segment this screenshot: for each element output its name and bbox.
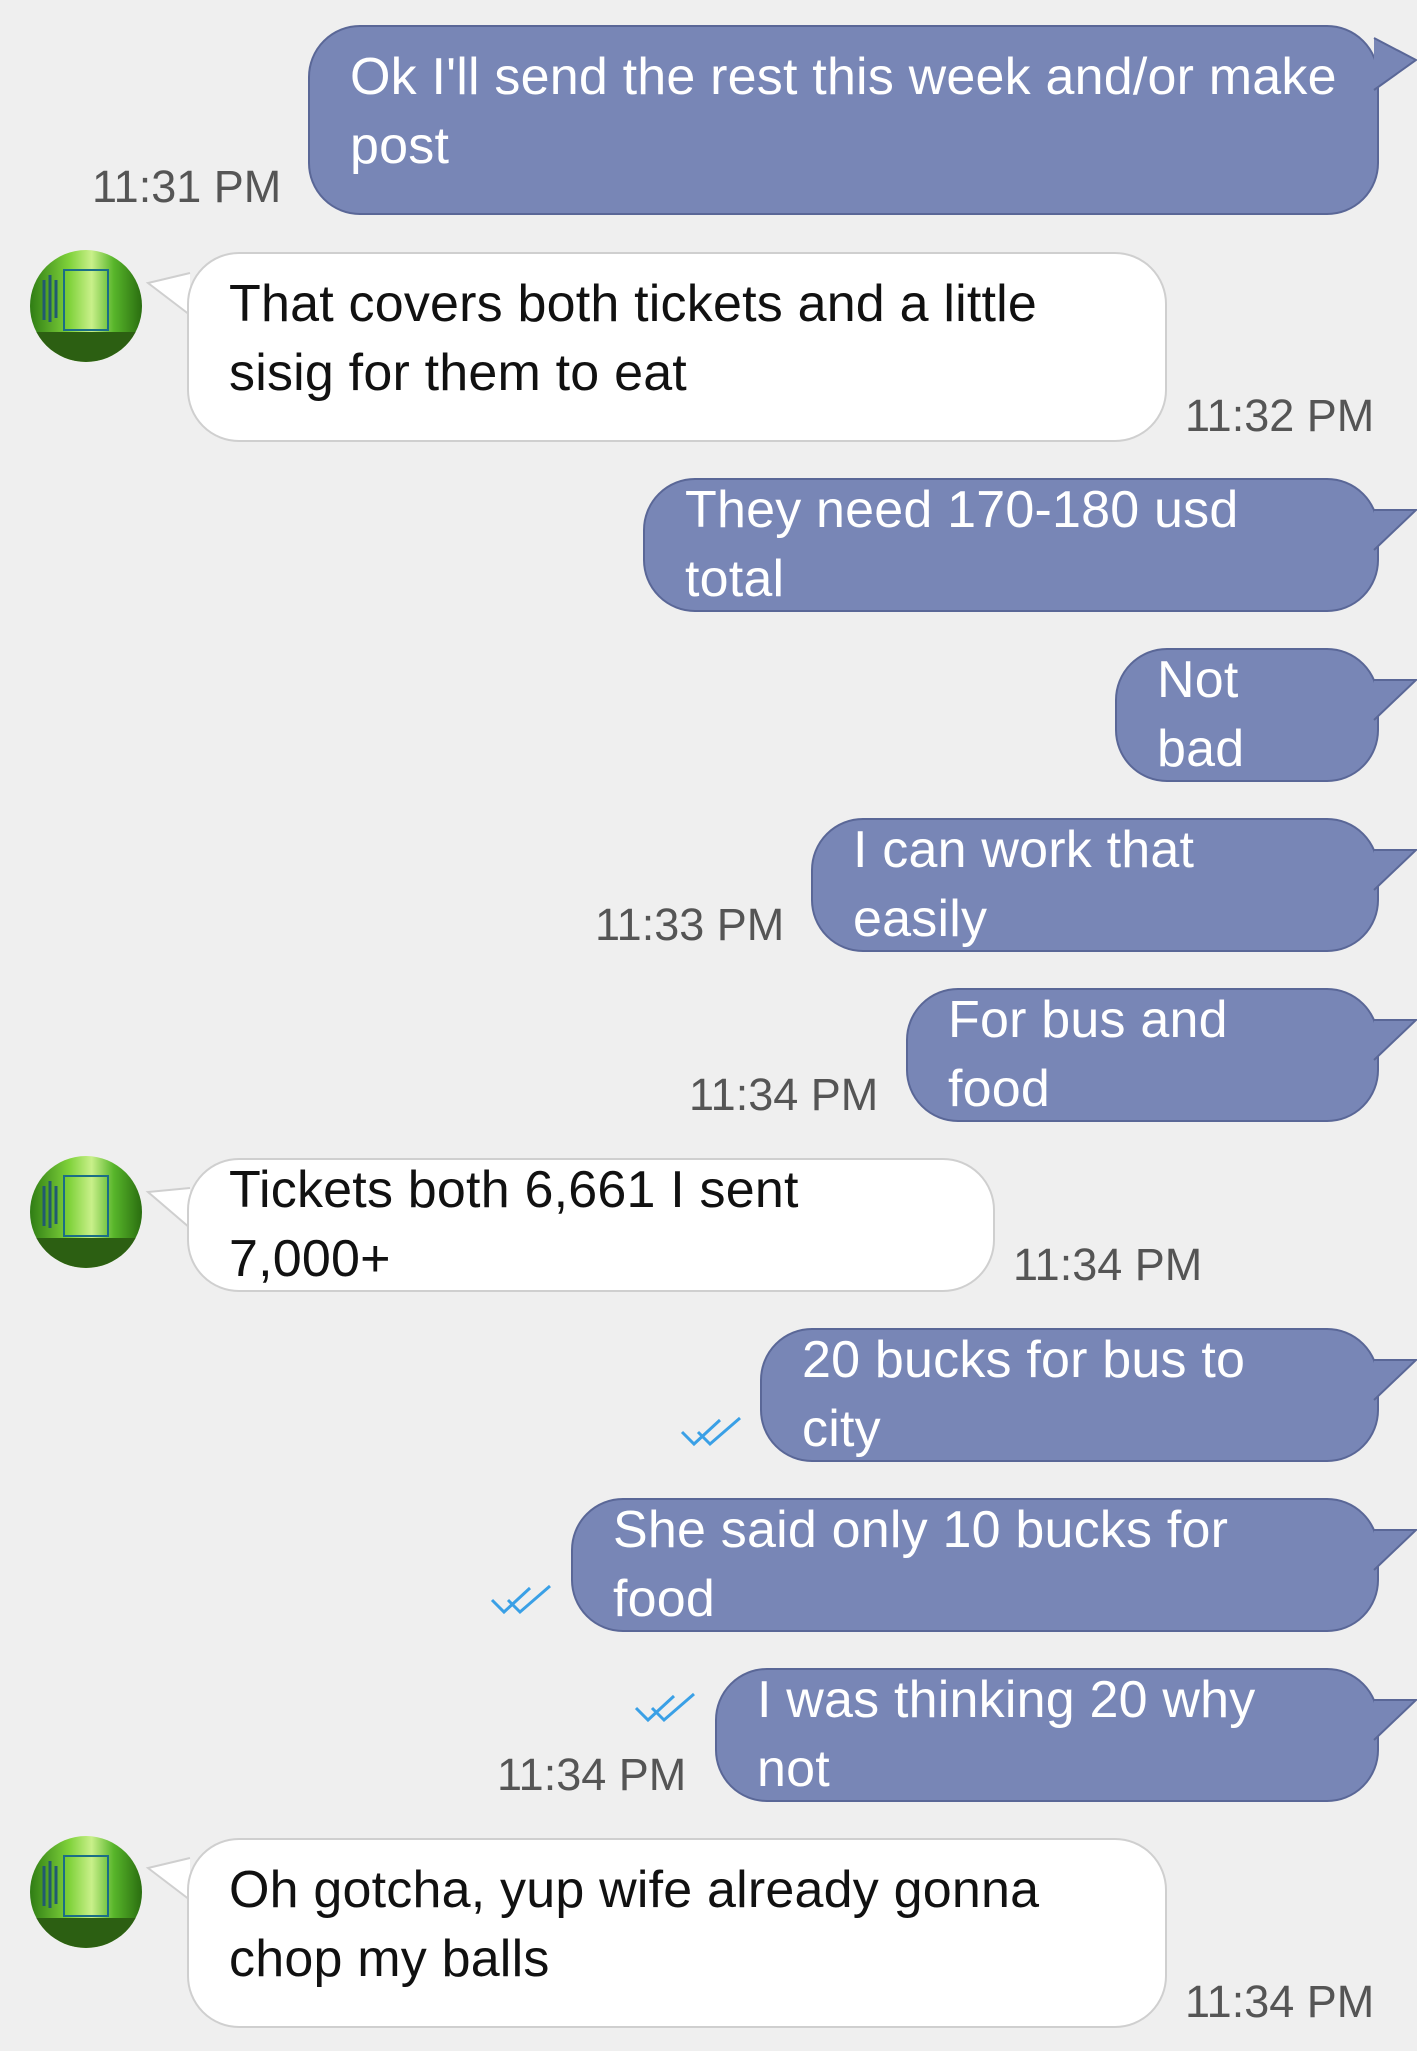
read-receipt-icon [490,1584,551,1615]
message-timestamp: 11:34 PM [497,1749,687,1800]
message-text: 20 bucks for bus to city [802,1331,1246,1458]
outgoing-message-bubble[interactable]: I can work that easily [811,818,1379,952]
message-text: Tickets both 6,661 I sent 7,000+ [229,1161,799,1288]
message-timestamp: 11:31 PM [92,161,282,212]
bubble-tail-icon [1373,1019,1417,1061]
message-text: They need 170-180 usd total [685,481,1239,608]
message-text: That covers both tickets and a little si… [229,275,1038,402]
contact-avatar-icon[interactable] [30,1836,142,1948]
message-text: For bus and food [948,991,1228,1118]
message-timestamp: 11:32 PM [1185,390,1375,441]
bubble-tail-icon [1373,679,1417,721]
outgoing-message-bubble[interactable]: They need 170-180 usd total [643,478,1379,612]
message-text: I was thinking 20 why not [757,1671,1256,1798]
bubble-tail-icon [1373,1359,1417,1401]
message-text: I can work that easily [853,821,1195,948]
contact-avatar-icon[interactable] [30,250,142,362]
outgoing-message-bubble[interactable]: 20 bucks for bus to city [760,1328,1379,1462]
message-timestamp: 11:34 PM [1185,1976,1375,2027]
incoming-message-bubble[interactable]: Tickets both 6,661 I sent 7,000+ [187,1158,995,1292]
message-text: Not bad [1157,651,1245,778]
incoming-message-bubble[interactable]: That covers both tickets and a little si… [187,252,1167,442]
chat-thread[interactable]: 11:31 PM Ok I'll send the rest this week… [0,0,1417,2051]
outgoing-message-bubble[interactable]: For bus and food [906,988,1379,1122]
message-timestamp: 11:33 PM [595,899,785,950]
bubble-tail-icon [1373,1529,1417,1571]
contact-avatar-icon[interactable] [30,1156,142,1268]
read-receipt-icon [680,1416,741,1447]
bubble-tail-icon [1373,37,1417,91]
bubble-tail-icon [1373,1699,1417,1741]
message-text: She said only 10 bucks for food [613,1501,1229,1628]
bubble-tail-icon [1373,509,1417,551]
message-timestamp: 11:34 PM [1013,1239,1203,1290]
read-receipt-icon [634,1692,695,1723]
incoming-message-bubble[interactable]: Oh gotcha, yup wife already gonna chop m… [187,1838,1167,2028]
outgoing-message-bubble[interactable]: Ok I'll send the rest this week and/or m… [308,25,1379,215]
outgoing-message-bubble[interactable]: I was thinking 20 why not [715,1668,1379,1802]
message-text: Ok I'll send the rest this week and/or m… [350,48,1337,175]
outgoing-message-bubble[interactable]: She said only 10 bucks for food [571,1498,1379,1632]
message-text: Oh gotcha, yup wife already gonna chop m… [229,1861,1040,1988]
outgoing-message-bubble[interactable]: Not bad [1115,648,1379,782]
bubble-tail-icon [1373,849,1417,891]
message-timestamp: 11:34 PM [689,1069,879,1120]
